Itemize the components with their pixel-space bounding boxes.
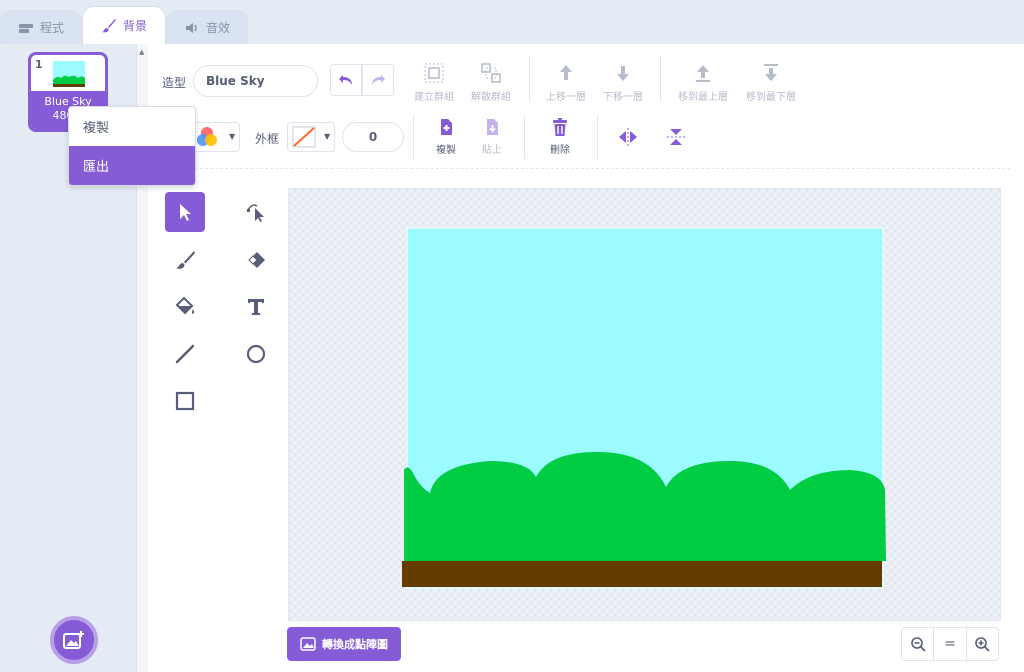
copy-icon [441,119,452,135]
context-menu: 複製 匯出 [68,106,196,186]
toolbar-divider [524,115,525,159]
zoom-in-button[interactable] [967,628,998,660]
ground-shape [402,561,882,587]
forward-button[interactable]: 上移一層 [536,62,596,103]
send-to-back-icon [764,64,778,81]
select-tool[interactable] [165,192,205,232]
brush-icon [176,251,195,269]
toolbar-divider [660,56,661,102]
flip-vertical-button[interactable] [656,117,696,157]
backdrop-thumbnail [53,61,85,87]
fill-tool[interactable] [165,287,205,327]
back-button[interactable]: 移到最下層 [741,62,801,103]
costume-name-label: 造型 [162,76,187,90]
add-image-icon [63,631,84,649]
tab-backdrops[interactable]: 背景 [82,6,166,44]
trash-icon [553,118,567,136]
costume-name-input[interactable]: Blue Sky [193,65,318,97]
arrow-down-icon [617,66,629,81]
eraser-icon [248,252,265,268]
circle-icon [246,344,266,364]
square-icon [175,391,195,411]
color-mix-icon [197,127,217,146]
backward-button[interactable]: 下移一層 [593,62,653,103]
choose-backdrop-button[interactable] [50,616,98,664]
rectangle-tool[interactable] [165,381,205,421]
tab-code-label: 程式 [39,21,64,35]
group-label: 建立群組 [414,92,454,103]
paste-label: 貼上 [482,145,502,156]
ungroup-icon [481,63,501,83]
toolbar-divider [413,115,414,159]
arrow-up-icon [560,65,572,80]
outline-color-picker[interactable]: ▼ [287,122,335,152]
eraser-tool[interactable] [236,240,276,280]
flip-vertical-icon [667,129,685,145]
front-button[interactable]: 移到最上層 [673,62,733,103]
copy-label: 複製 [436,145,456,156]
tab-sounds-label: 音效 [205,21,230,35]
outline-dropdown-caret-icon: ▼ [324,132,331,141]
line-icon [175,344,195,364]
redo-button[interactable] [362,64,394,96]
zoom-out-icon [910,637,926,652]
group-icon [424,63,444,83]
undo-icon [339,75,352,85]
circle-tool[interactable] [236,334,276,374]
line-tool[interactable] [165,334,205,374]
no-color-icon [292,126,316,148]
paste-button[interactable]: 貼上 [462,117,522,156]
editor-tabs: 程式 背景 音效 [0,0,1024,44]
bitmap-image-icon [300,637,316,651]
convert-to-bitmap-label: 轉換成點陣圖 [322,638,388,651]
delete-button[interactable]: 刪除 [530,117,590,156]
undo-button[interactable] [330,64,362,96]
scroll-up-icon[interactable]: ▲ [139,48,144,56]
zoom-reset-button[interactable]: = [934,628,967,660]
bring-to-front-icon [696,65,710,82]
zoom-controls: = [901,627,999,661]
text-t-icon [248,299,264,315]
text-tool[interactable] [236,287,276,327]
fill-dropdown-caret-icon: ▼ [229,132,236,141]
reshape-tool[interactable] [236,192,276,232]
tab-sounds[interactable]: 音效 [166,10,248,44]
toolbar-separator [160,168,1010,169]
convert-to-bitmap-button[interactable]: 轉換成點陣圖 [287,627,401,661]
back-label: 移到最下層 [746,92,796,103]
backdrop-number: 1 [35,58,43,71]
redo-icon [372,75,385,85]
cursor-arrow-icon [180,204,191,221]
paintbrush-icon [101,18,116,32]
front-label: 移到最上層 [678,92,728,103]
tab-backdrops-label: 背景 [122,19,147,33]
ungroup-label: 解散群組 [471,92,511,103]
flip-horizontal-icon [619,128,637,146]
sound-icon [185,22,197,33]
code-icon [18,23,33,33]
outline-label: 外框 [255,132,280,146]
reshape-icon [247,204,264,222]
zoom-in-icon [975,637,990,652]
backdrop-artwork[interactable] [400,225,890,591]
group-button[interactable]: 建立群組 [404,62,464,103]
flip-horizontal-button[interactable] [608,117,648,157]
delete-label: 刪除 [550,145,570,156]
context-menu-duplicate[interactable]: 複製 [69,107,195,146]
brush-tool[interactable] [165,240,205,280]
tab-code[interactable]: 程式 [0,10,82,44]
outline-width-input[interactable]: 0 [342,122,404,152]
paint-bucket-icon [175,296,194,315]
zoom-out-button[interactable] [902,628,935,660]
context-menu-export[interactable]: 匯出 [69,146,195,185]
backward-label: 下移一層 [603,92,643,103]
ungroup-button[interactable]: 解散群組 [461,62,521,103]
forward-label: 上移一層 [546,92,586,103]
paste-icon [487,119,498,135]
toolbar-divider [529,56,530,102]
fill-color-picker[interactable]: ▼ [190,122,240,152]
toolbar-divider [597,115,598,159]
